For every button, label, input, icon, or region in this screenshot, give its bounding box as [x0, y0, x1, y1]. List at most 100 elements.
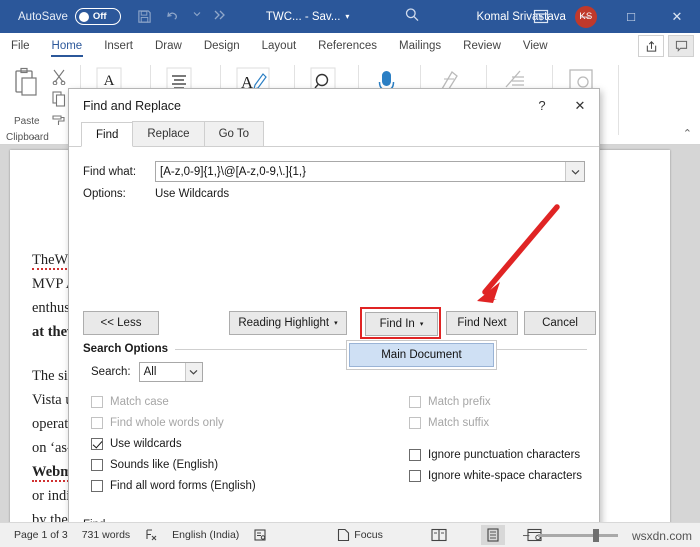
checkbox-label: Find whole words only [110, 416, 224, 429]
checkbox-box[interactable] [91, 395, 103, 408]
tab-file[interactable]: File [0, 33, 41, 59]
tab-draw[interactable]: Draw [144, 33, 193, 59]
tab-find[interactable]: Find [81, 122, 134, 147]
cancel-button[interactable]: Cancel [524, 311, 596, 335]
help-button[interactable]: ? [523, 89, 561, 122]
copy-icon[interactable] [52, 91, 66, 112]
document-line: Vista u [32, 392, 73, 408]
page-indicator[interactable]: Page 1 of 3 [14, 529, 68, 541]
language-indicator[interactable]: English (India) [172, 529, 239, 541]
window-controls: ─ □ ✕ [520, 0, 700, 33]
reading-highlight-button[interactable]: Reading Highlight ▾ [229, 311, 347, 335]
ribbon-display-options-icon[interactable] [520, 0, 562, 33]
document-line: enthus [32, 300, 70, 316]
collapse-ribbon-chevron-icon[interactable]: ⌃ [683, 127, 692, 140]
chevron-down-icon[interactable] [193, 9, 201, 24]
chevron-down-icon[interactable] [565, 162, 584, 181]
checkbox-box[interactable] [91, 479, 103, 492]
document-title[interactable]: TWC... - Sav... ▾ [266, 11, 350, 23]
checkbox-ignore-punctuation-characters[interactable]: Ignore punctuation characters [409, 445, 609, 464]
focus-mode-button[interactable]: Focus [337, 528, 383, 542]
checkbox-box[interactable] [91, 458, 103, 471]
options-row: Options: Use Wildcards [83, 188, 585, 200]
search-options-header: Search Options [83, 343, 587, 355]
tab-design[interactable]: Design [193, 33, 251, 59]
ribbon-right-buttons [638, 35, 694, 57]
autosave-label: AutoSave [18, 10, 68, 23]
checkbox-match-case[interactable]: Match case [91, 392, 321, 411]
chevron-down-icon[interactable]: ▾ [345, 12, 349, 21]
format-painter-icon[interactable] [52, 113, 67, 132]
clipboard-group-label: Clipboard [6, 132, 49, 143]
search-options-right-column: Match prefix Match suffix Ignore punctua… [409, 392, 609, 487]
ribbon-tab-bar: File Home Insert Draw Design Layout Refe… [0, 33, 700, 59]
menu-item-main-document[interactable]: Main Document [349, 343, 494, 367]
watermark: wsxdn.com [631, 528, 692, 543]
tab-layout[interactable]: Layout [251, 33, 308, 59]
checkbox-box[interactable] [409, 395, 421, 408]
more-commands-icon[interactable] [214, 9, 226, 24]
search-icon[interactable] [404, 7, 420, 26]
find-in-highlight-box: Find In ▾ [360, 307, 441, 339]
tab-view[interactable]: View [512, 33, 559, 59]
word-application-window: AutoSave Off TWC... - Sav... ▾ Komal Sri… [0, 0, 700, 547]
checkbox-ignore-white-space-characters[interactable]: Ignore white-space characters [409, 466, 609, 485]
document-line: or indi [32, 488, 71, 504]
status-bar: Page 1 of 3 731 words English (India) Fo… [0, 522, 700, 547]
paste-icon[interactable] [12, 67, 40, 102]
search-select[interactable]: All [138, 362, 203, 382]
checkbox-find-whole-words-only[interactable]: Find whole words only [91, 413, 321, 432]
checkbox-box[interactable] [91, 437, 103, 450]
find-what-combobox[interactable] [155, 161, 585, 182]
maximize-button[interactable]: □ [608, 0, 654, 33]
checkbox-match-suffix[interactable]: Match suffix [409, 413, 609, 432]
find-next-button[interactable]: Find Next [446, 311, 518, 335]
checkbox-box[interactable] [409, 469, 421, 482]
tab-replace[interactable]: Replace [132, 121, 205, 146]
tab-mailings[interactable]: Mailings [388, 33, 452, 59]
checkbox-find-all-word-forms[interactable]: Find all word forms (English) [91, 476, 321, 495]
minimize-button[interactable]: ─ [562, 0, 608, 33]
accessibility-icon[interactable] [253, 528, 267, 542]
tab-home[interactable]: Home [41, 33, 94, 59]
dialog-button-row: << Less Reading Highlight ▾ Find In ▾ Fi… [83, 307, 596, 339]
checkbox-label: Match prefix [428, 395, 491, 408]
zoom-slider[interactable] [537, 529, 618, 542]
find-what-row: Find what: [83, 161, 585, 182]
close-button[interactable]: ✕ [654, 0, 700, 33]
dialog-title-buttons: ? ✕ [523, 89, 599, 122]
cut-scissors-icon[interactable] [52, 69, 66, 90]
dialog-tabs: Find Replace Go To [69, 121, 599, 147]
document-line: by the [32, 512, 68, 522]
checkbox-label: Match suffix [428, 416, 490, 429]
share-icon[interactable] [638, 35, 664, 57]
close-icon[interactable]: ✕ [561, 89, 599, 122]
word-count[interactable]: 731 words [82, 529, 130, 541]
dialog-body: Find what: Options: Use Wildcards << Les… [69, 147, 599, 547]
comments-icon[interactable] [668, 35, 694, 57]
find-in-button[interactable]: Find In ▾ [365, 312, 438, 336]
zoom-slider-knob[interactable] [592, 529, 599, 542]
print-layout-icon[interactable] [480, 525, 505, 545]
tab-references[interactable]: References [307, 33, 388, 59]
tab-insert[interactable]: Insert [93, 33, 144, 59]
chevron-down-icon[interactable] [184, 363, 202, 381]
checkbox-box[interactable] [409, 448, 421, 461]
tab-review[interactable]: Review [452, 33, 512, 59]
read-mode-icon[interactable] [431, 528, 447, 542]
checkbox-use-wildcards[interactable]: Use wildcards [91, 434, 321, 453]
checkbox-label: Match case [110, 395, 169, 408]
checkbox-label: Use wildcards [110, 437, 182, 450]
checkbox-match-prefix[interactable]: Match prefix [409, 392, 609, 411]
proofing-errors-icon[interactable] [144, 528, 158, 542]
checkbox-box[interactable] [91, 416, 103, 429]
checkbox-box[interactable] [409, 416, 421, 429]
autosave-toggle[interactable]: Off [74, 8, 121, 25]
save-icon[interactable] [137, 9, 152, 24]
tab-go-to[interactable]: Go To [203, 121, 265, 146]
find-what-input[interactable] [156, 162, 565, 181]
less-button[interactable]: << Less [83, 311, 159, 335]
zoom-out-button[interactable]: − [522, 528, 530, 543]
undo-icon[interactable] [165, 9, 180, 24]
checkbox-sounds-like[interactable]: Sounds like (English) [91, 455, 321, 474]
